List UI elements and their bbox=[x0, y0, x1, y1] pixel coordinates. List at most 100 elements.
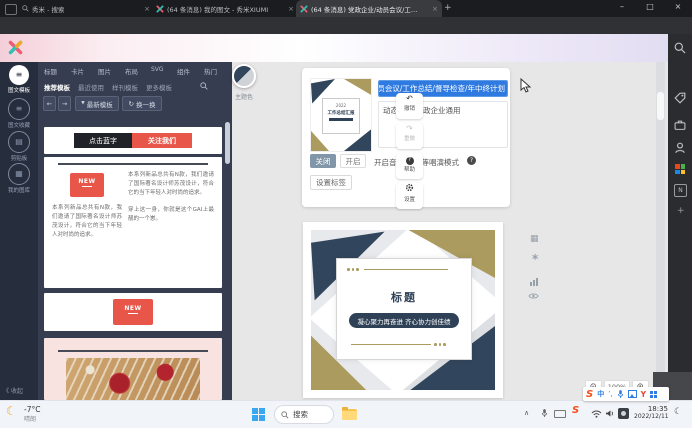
tab-component-cat[interactable]: 组件 bbox=[177, 66, 190, 76]
pomegranate-photo bbox=[66, 358, 200, 400]
tab-hot-cat[interactable]: 热门 bbox=[204, 66, 217, 76]
ime-image-icon[interactable] bbox=[628, 390, 637, 398]
tab-close-icon[interactable]: × bbox=[144, 5, 150, 13]
template-card-photo[interactable] bbox=[44, 338, 222, 400]
xiumi-logo[interactable] bbox=[8, 40, 23, 55]
tab-actions-icon[interactable] bbox=[5, 4, 17, 15]
tab-recommended[interactable]: 推荐模板 bbox=[44, 82, 70, 92]
onenote-icon[interactable]: N bbox=[674, 184, 687, 197]
tray-clock[interactable]: 18:35 2022/12/11 bbox=[634, 405, 668, 420]
template-preview-card[interactable]: 标题 凝心聚力再奋进 齐心协力创佳绩 bbox=[303, 222, 503, 398]
template-center-panel: 标题 凝心聚力再奋进 齐心协力创佳绩 bbox=[336, 258, 472, 360]
tab-card-cat[interactable]: 卡片 bbox=[71, 66, 84, 76]
redo-button[interactable]: ↷ 重做 bbox=[396, 123, 423, 149]
panel-scrollbar-thumb[interactable] bbox=[225, 122, 230, 164]
xiumi-favicon bbox=[300, 5, 308, 13]
rail-item-favorites[interactable]: ≡ 图文收藏 bbox=[0, 98, 38, 129]
thumb-bar bbox=[329, 118, 353, 121]
ime-punctuation-icon[interactable]: ’, bbox=[608, 390, 612, 398]
office-icon[interactable] bbox=[675, 164, 685, 174]
tray-brush-icon[interactable] bbox=[618, 408, 629, 419]
redo-label: 重做 bbox=[396, 134, 423, 142]
help-icon[interactable]: ? bbox=[467, 156, 476, 165]
people-icon[interactable] bbox=[674, 142, 686, 154]
tab-title: (64 条消息) 党政企业/动员会议/工… bbox=[311, 4, 417, 14]
new-tab-button[interactable]: + bbox=[444, 3, 452, 13]
tab-recent[interactable]: 最近使用 bbox=[78, 82, 104, 92]
window-close-button[interactable]: × bbox=[668, 2, 688, 11]
doc-thumbnail[interactable]: 2022 工作总结汇报 bbox=[310, 78, 372, 152]
tools-briefcase-icon[interactable] bbox=[674, 119, 686, 131]
theme-asterisk-icon[interactable]: * bbox=[532, 252, 538, 266]
preview-eye-icon[interactable] bbox=[528, 292, 539, 300]
tray-sogou-icon[interactable]: S bbox=[572, 405, 579, 416]
template-card-newproduct[interactable]: NEW 本系列新品总共有N款，我们邀请了国际著名设计师苏茂设计，符合它的当下年轻… bbox=[44, 157, 222, 288]
edge-sidebar: N + bbox=[668, 34, 692, 400]
tray-mic-icon[interactable] bbox=[541, 408, 548, 418]
tab-more-templates[interactable]: 更多模板 bbox=[146, 82, 172, 92]
tab-sample[interactable]: 样刊模板 bbox=[112, 82, 138, 92]
window-minimize-button[interactable]: – bbox=[612, 2, 632, 11]
ime-toolbar[interactable]: S 中 ’, Y bbox=[583, 387, 669, 401]
rail-item-gallery[interactable]: ▦ 我的图库 bbox=[0, 163, 38, 194]
volume-icon[interactable] bbox=[605, 409, 615, 418]
tab-close-icon[interactable]: × bbox=[288, 5, 294, 13]
gold-dot bbox=[356, 268, 359, 271]
ime-toolbox-icon[interactable] bbox=[650, 391, 657, 398]
weather-moon-icon[interactable]: ☾ bbox=[6, 404, 17, 418]
ime-mode-chinese[interactable]: 中 bbox=[597, 389, 604, 399]
template-card-ticket[interactable]: NEW bbox=[44, 293, 222, 331]
panel-back-button[interactable]: ← bbox=[43, 96, 56, 111]
shuffle-button[interactable]: ↻ 换一换 bbox=[122, 96, 162, 111]
panel-search-icon[interactable] bbox=[200, 82, 208, 90]
settings-button[interactable]: 设置 bbox=[396, 183, 423, 209]
collapse-button[interactable]: 《 收起 bbox=[3, 386, 23, 395]
set-tags-button[interactable]: 设置标签 bbox=[310, 175, 352, 190]
mode-on-button[interactable]: 开启 bbox=[340, 154, 366, 168]
help-button[interactable]: ? 帮助 bbox=[396, 153, 423, 179]
rail-label: 图文收藏 bbox=[0, 121, 38, 129]
tray-chevron-icon[interactable]: ∧ bbox=[524, 409, 529, 417]
screen: 秀米 - 搜索 × (64 条消息) 我的图文 - 秀米XIUMI × (64 … bbox=[0, 0, 692, 428]
rail-item-templates[interactable]: ≡ 图文模板 bbox=[0, 65, 38, 94]
shopping-tag-icon[interactable] bbox=[674, 92, 686, 104]
rail-label: 剪贴板 bbox=[0, 154, 38, 162]
mode-off-button[interactable]: 关闭 bbox=[310, 154, 336, 168]
rail-item-clipboard[interactable]: ▤ 剪贴板 bbox=[0, 131, 38, 162]
undo-icon: ↶ bbox=[396, 93, 423, 104]
tab-svg-cat[interactable]: SVG bbox=[151, 66, 164, 73]
browser-tab-myworks[interactable]: (64 条消息) 我的图文 - 秀米XIUMI × bbox=[152, 1, 298, 16]
browser-tab-active[interactable]: (64 条消息) 党政企业/动员会议/工… × bbox=[296, 0, 442, 17]
window-maximize-button[interactable]: □ bbox=[640, 2, 660, 11]
focus-moon-icon[interactable]: ☾ bbox=[674, 407, 682, 417]
panel-forward-button[interactable]: → bbox=[58, 96, 71, 111]
tab-layout-cat[interactable]: 布局 bbox=[125, 66, 138, 76]
ime-skin-icon[interactable]: Y bbox=[641, 390, 646, 399]
thumb-year: 2022 bbox=[323, 103, 359, 108]
tab-title-cat[interactable]: 标题 bbox=[44, 66, 57, 76]
weather-widget[interactable]: -7°C 晴朗 bbox=[24, 405, 40, 423]
browser-tab-search[interactable]: 秀米 - 搜索 × bbox=[18, 1, 154, 16]
wifi-icon[interactable] bbox=[591, 409, 602, 418]
theme-color-ball[interactable] bbox=[232, 64, 256, 88]
start-button[interactable] bbox=[252, 408, 265, 421]
file-explorer-icon[interactable] bbox=[342, 409, 357, 420]
template-card-follow[interactable]: 点击蓝字 关注我们 bbox=[44, 127, 222, 154]
sidebar-add-icon[interactable]: + bbox=[677, 206, 685, 216]
new-ticket-badge: NEW bbox=[70, 173, 104, 197]
page-scrollbar-thumb[interactable] bbox=[657, 92, 664, 120]
sogou-logo[interactable]: S bbox=[586, 389, 593, 400]
grid-view-icon[interactable]: ▦ bbox=[530, 234, 539, 244]
latest-templates-button[interactable]: ▼ 最新模板 bbox=[75, 96, 119, 111]
tab-close-icon[interactable]: × bbox=[432, 5, 438, 13]
undo-button[interactable]: ↶ 撤销 bbox=[396, 93, 423, 119]
stats-bars-icon[interactable] bbox=[530, 278, 538, 286]
sidebar-search-icon[interactable] bbox=[674, 42, 686, 54]
tab-image-cat[interactable]: 图片 bbox=[98, 66, 111, 76]
ime-mic-icon[interactable] bbox=[617, 389, 624, 399]
thumb-inner-card: 2022 工作总结汇报 bbox=[322, 98, 360, 134]
gear-icon bbox=[396, 183, 423, 195]
clipboard-icon: ▤ bbox=[8, 131, 30, 153]
taskbar-search-box[interactable]: 搜索 bbox=[274, 405, 334, 424]
tray-keyboard-icon[interactable] bbox=[554, 410, 566, 418]
